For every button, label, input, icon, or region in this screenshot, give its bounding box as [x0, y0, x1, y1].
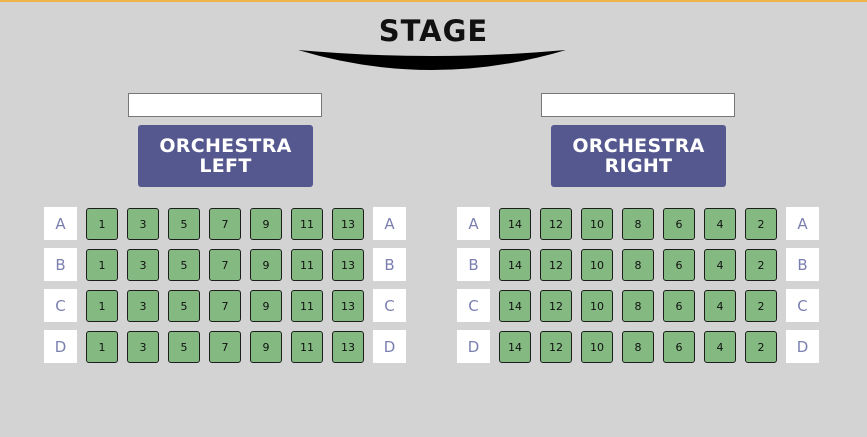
seat[interactable]: 13 — [332, 331, 364, 363]
seat[interactable]: 1 — [86, 208, 118, 240]
seat[interactable]: 11 — [291, 208, 323, 240]
row-label: A — [44, 207, 77, 240]
seat[interactable]: 14 — [499, 249, 531, 281]
seat[interactable]: 9 — [250, 208, 282, 240]
seat[interactable]: 6 — [663, 290, 695, 322]
seat[interactable]: 1 — [86, 290, 118, 322]
seat[interactable]: 7 — [209, 208, 241, 240]
seat[interactable]: 4 — [704, 290, 736, 322]
row-label: D — [373, 330, 406, 363]
seat[interactable]: 11 — [291, 290, 323, 322]
seat[interactable]: 6 — [663, 208, 695, 240]
seat[interactable]: 8 — [622, 208, 654, 240]
seat[interactable]: 8 — [622, 290, 654, 322]
section-name-line1: ORCHESTRA — [159, 135, 292, 157]
seat[interactable]: 10 — [581, 208, 613, 240]
row-label: D — [44, 330, 77, 363]
seat[interactable]: 12 — [540, 208, 572, 240]
seat[interactable]: 8 — [622, 331, 654, 363]
seat[interactable]: 2 — [745, 290, 777, 322]
row-label: B — [457, 248, 490, 281]
row-label: B — [373, 248, 406, 281]
seat[interactable]: 4 — [704, 249, 736, 281]
seat[interactable]: 11 — [291, 249, 323, 281]
section-label-input-right[interactable] — [541, 93, 735, 117]
seat[interactable]: 14 — [499, 208, 531, 240]
section-name-line2: RIGHT — [604, 155, 673, 177]
seat[interactable]: 11 — [291, 331, 323, 363]
seat[interactable]: 2 — [745, 208, 777, 240]
seat[interactable]: 5 — [168, 208, 200, 240]
seat[interactable]: 4 — [704, 208, 736, 240]
seat[interactable]: 3 — [127, 331, 159, 363]
seat[interactable]: 3 — [127, 290, 159, 322]
stage-arc — [298, 50, 566, 70]
seat[interactable]: 5 — [168, 290, 200, 322]
seat[interactable]: 13 — [332, 249, 364, 281]
section-label-input-left[interactable] — [128, 93, 322, 117]
seat[interactable]: 14 — [499, 331, 531, 363]
seat[interactable]: 9 — [250, 331, 282, 363]
seat[interactable]: 14 — [499, 290, 531, 322]
section-name-right: ORCHESTRA RIGHT — [551, 125, 726, 187]
seat[interactable]: 6 — [663, 331, 695, 363]
row-label: A — [786, 207, 819, 240]
seat[interactable]: 5 — [168, 249, 200, 281]
seat[interactable]: 9 — [250, 249, 282, 281]
seat[interactable]: 10 — [581, 290, 613, 322]
row-label: C — [373, 289, 406, 322]
seat[interactable]: 10 — [581, 331, 613, 363]
row-label: D — [786, 330, 819, 363]
section-name-left: ORCHESTRA LEFT — [138, 125, 313, 187]
seat[interactable]: 9 — [250, 290, 282, 322]
seat[interactable]: 4 — [704, 331, 736, 363]
seat[interactable]: 12 — [540, 290, 572, 322]
stage-title: STAGE — [378, 14, 489, 48]
seat[interactable]: 13 — [332, 290, 364, 322]
seat[interactable]: 12 — [540, 249, 572, 281]
seat[interactable]: 12 — [540, 331, 572, 363]
seat[interactable]: 6 — [663, 249, 695, 281]
row-label: B — [786, 248, 819, 281]
seat[interactable]: 2 — [745, 249, 777, 281]
row-label: C — [457, 289, 490, 322]
row-label: A — [373, 207, 406, 240]
seat[interactable]: 3 — [127, 249, 159, 281]
seat[interactable]: 7 — [209, 290, 241, 322]
seat[interactable]: 13 — [332, 208, 364, 240]
seat[interactable]: 2 — [745, 331, 777, 363]
seat[interactable]: 7 — [209, 249, 241, 281]
row-label: A — [457, 207, 490, 240]
row-label: B — [44, 248, 77, 281]
section-name-line1: ORCHESTRA — [572, 135, 705, 157]
row-label: C — [44, 289, 77, 322]
seat[interactable]: 1 — [86, 331, 118, 363]
seat[interactable]: 8 — [622, 249, 654, 281]
seat[interactable]: 5 — [168, 331, 200, 363]
seat[interactable]: 1 — [86, 249, 118, 281]
row-label: C — [786, 289, 819, 322]
seat[interactable]: 3 — [127, 208, 159, 240]
seat[interactable]: 7 — [209, 331, 241, 363]
row-label: D — [457, 330, 490, 363]
section-name-line2: LEFT — [199, 155, 252, 177]
seat[interactable]: 10 — [581, 249, 613, 281]
